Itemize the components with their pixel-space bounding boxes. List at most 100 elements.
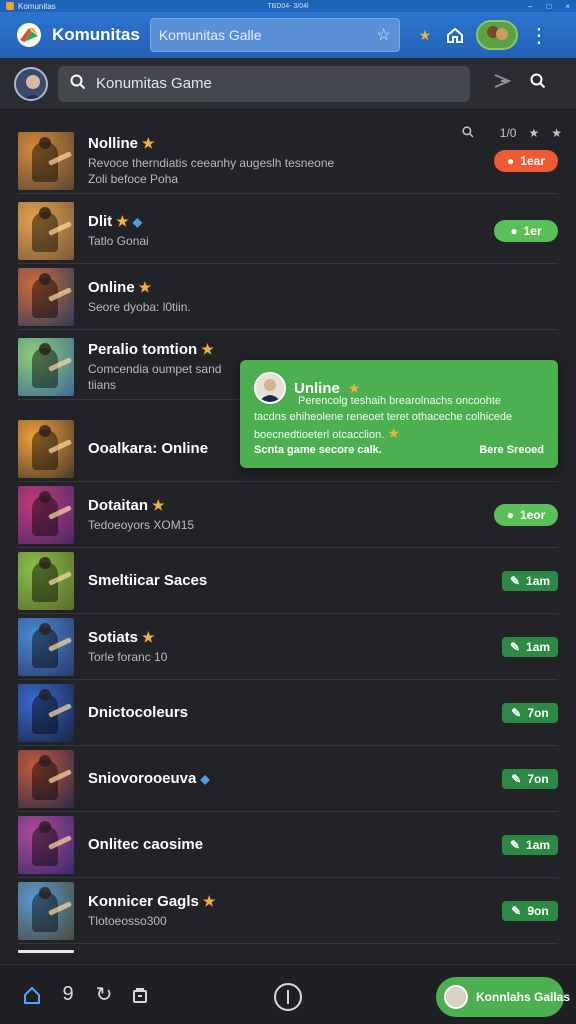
favorite-star-icon[interactable]: ☆: [377, 25, 391, 45]
status-badge[interactable]: ✎ 1am: [502, 636, 558, 657]
list-item-subtitle: Tatlo Gonai: [88, 234, 149, 248]
nav-number[interactable]: 9: [50, 977, 86, 1013]
chat-icon: ●: [507, 153, 515, 168]
list-item[interactable]: Dnictocoleurs ✎ 7on: [18, 680, 558, 746]
community-list: 1/0 ★ ★ Nolline ★ Revoce therndiatis ceean…: [0, 124, 576, 964]
user-avatar-top[interactable]: [475, 20, 518, 50]
game-thumbnail: [18, 881, 74, 940]
list-item-subtitle-2: Zoli befoce Poha: [88, 172, 179, 186]
main-search-value: Konumitas Game: [96, 75, 212, 92]
list-item-title-text: Sotiats: [88, 629, 139, 646]
home-icon[interactable]: [440, 20, 470, 50]
status-badge[interactable]: ✎ 1am: [502, 834, 558, 855]
online-popup-card[interactable]: Unline ★ Perencolg teshaih brearolnachs …: [240, 360, 558, 468]
game-thumbnail: [18, 337, 74, 396]
popup-footer-text: Scnta game secore calk.: [254, 444, 382, 456]
game-thumbnail: [18, 485, 74, 544]
list-item[interactable]: Onlitec caosime ✎ 1am: [18, 812, 558, 878]
game-thumbnail: [18, 749, 74, 808]
bag-icon[interactable]: [122, 977, 158, 1013]
list-item-title: Online ★: [88, 279, 558, 296]
main-search-input[interactable]: Konumitas Game: [58, 65, 470, 102]
status-badge-label: 1am: [526, 639, 551, 654]
list-item-subtitle: Tedoeoyors XOM15: [88, 518, 195, 532]
list-item-title-text: Konnicer Gagls: [88, 893, 199, 910]
list-item[interactable]: Online ★ Seore dyoba: l0tiin.: [18, 264, 558, 330]
list-item-title: Dlit ★ ◆: [88, 213, 494, 230]
list-item-text: Dlit ★ ◆ Tatlo Gonai: [88, 213, 494, 248]
status-badge-label: 1ear: [520, 153, 545, 168]
popup-body-star-icon: ★: [387, 425, 400, 441]
popup-body-line-3: boecnedtioeterl otcacclion. ★: [254, 426, 544, 442]
status-badge[interactable]: ● 1ear: [494, 149, 558, 172]
gem-icon: ◆: [132, 214, 142, 229]
game-thumbnail: [18, 617, 74, 676]
chat-icon: ●: [506, 507, 514, 522]
status-badge-label: 1er: [523, 223, 542, 238]
list-item-title: Peralio tomtion ★: [88, 341, 558, 358]
edit-icon: ✎: [511, 771, 522, 786]
game-thumbnail: [18, 551, 74, 610]
game-thumbnail: [18, 267, 74, 326]
popup-body-line-2: tacdns ehiheolene reneoet teret othacech…: [254, 411, 513, 423]
community-cta-button[interactable]: Konnlahs Gallas: [436, 977, 570, 1017]
header-search-input[interactable]: Komunitas Galle ☆: [149, 18, 400, 52]
game-thumbnail: [18, 131, 74, 190]
game-thumbnail: [18, 201, 74, 260]
list-item-title-text: Onlitec caosime: [88, 836, 204, 853]
more-vertical-icon[interactable]: ⋮: [524, 20, 554, 50]
list-item-title: Smeltiicar Saces: [88, 572, 502, 589]
list-item-title: Dotaitan ★: [88, 497, 494, 514]
list-item-title-text: Sniovorooeuva: [88, 770, 197, 787]
status-badge-label: 7on: [527, 771, 549, 786]
star-icon: ★: [152, 497, 165, 513]
power-icon[interactable]: [274, 983, 302, 1011]
list-item[interactable]: Sniovorooeuva ◆ ✎ 7on: [18, 746, 558, 812]
list-item[interactable]: Smeltiicar Saces ✎ 1am: [18, 548, 558, 614]
status-badge[interactable]: ● 1er: [494, 219, 558, 242]
list-item[interactable]: Sotiats ★ Torle foranc 10 ✎ 1am: [18, 614, 558, 680]
list-item-title-text: Online: [88, 279, 135, 296]
profile-avatar[interactable]: [14, 66, 48, 101]
edit-icon: ✎: [509, 573, 521, 588]
list-item[interactable]: Dotaitan ★ Tedoeoyors XOM15 ● 1eor: [18, 482, 558, 548]
status-badge-label: 1am: [526, 573, 551, 588]
home-nav-icon[interactable]: [14, 977, 50, 1013]
list-item[interactable]: Dlit ★ ◆ Tatlo Gonai ● 1er: [18, 198, 558, 264]
status-badge[interactable]: ✎ 7on: [502, 768, 558, 789]
search-icon[interactable]: [520, 73, 556, 94]
list-item[interactable]: Konnicer Gagls ★ Tlotoeosso300 ✎ 9on: [18, 878, 558, 944]
star-icon[interactable]: ★: [410, 20, 440, 50]
window-titlebar: Komunitas TBD04- 3/04l – □ ×: [0, 0, 576, 12]
list-item-text: Sotiats ★ Torle foranc 10: [88, 629, 502, 664]
list-item-text: Smeltiicar Saces: [88, 572, 502, 589]
star-icon: ★: [201, 341, 214, 357]
bottom-navigation-bar: 9 ↻ Konnlahs Gallas: [0, 964, 576, 1024]
refresh-icon[interactable]: ↻: [86, 977, 122, 1013]
gem-icon: ◆: [200, 771, 210, 786]
list-item-text: Online ★ Seore dyoba: l0tiin.: [88, 279, 558, 314]
game-thumbnail: [18, 419, 74, 478]
app-logo-icon: [17, 23, 41, 47]
popup-action-link[interactable]: Bere Sreoed: [479, 444, 544, 456]
search-row: Konumitas Game: [0, 58, 576, 110]
status-badge[interactable]: ✎ 7on: [502, 702, 558, 723]
game-thumbnail: [18, 683, 74, 742]
window-status-text: TBD04- 3/04l: [267, 2, 309, 10]
list-item-title-text: Dnictocoleurs: [88, 704, 189, 721]
list-item-title-text: Peralio tomtion: [88, 341, 198, 358]
app-header: Komunitas Komunitas Galle ☆ ★ ⋮: [0, 12, 576, 58]
scroll-indicator: [18, 950, 74, 953]
status-badge-label: 7on: [527, 705, 549, 720]
status-badge[interactable]: ● 1eor: [494, 503, 558, 526]
list-item-subtitle: Revoce therndiatis ceeanhy augeslh tesne…: [88, 156, 335, 170]
edit-icon: ✎: [509, 639, 521, 654]
list-item[interactable]: Nolline ★ Revoce therndiatis ceeanhy auges…: [18, 128, 558, 194]
list-item-title: Nolline ★: [88, 135, 494, 152]
star-icon: ★: [142, 135, 155, 151]
list-item-subtitle: Torle foranc 10: [88, 650, 168, 664]
status-badge[interactable]: ✎ 9on: [502, 900, 558, 921]
status-badge-label: 9on: [527, 903, 549, 918]
share-icon[interactable]: [484, 73, 520, 94]
status-badge[interactable]: ✎ 1am: [502, 570, 558, 591]
